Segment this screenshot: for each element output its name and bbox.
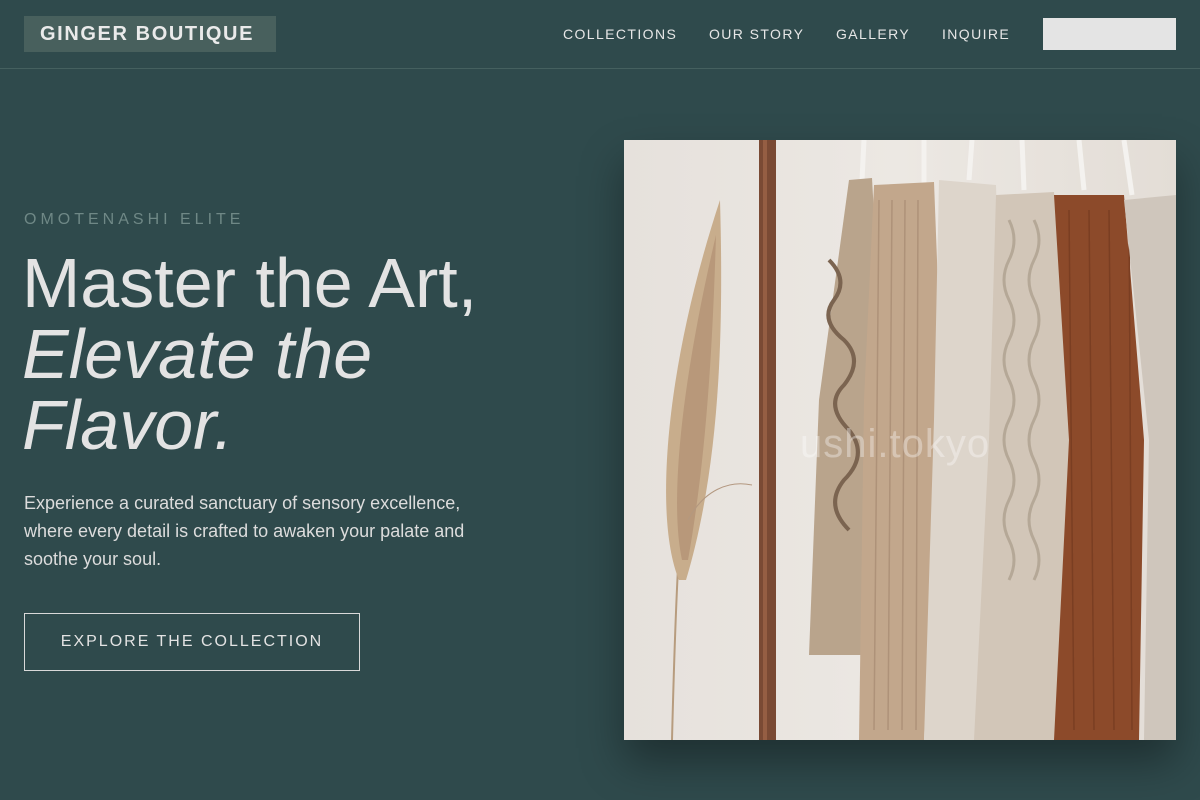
pampas-grass [666, 200, 753, 740]
headline-line-1: Master the Art, [22, 244, 478, 322]
nav-link-our-story[interactable]: OUR STORY [709, 25, 804, 43]
nav-link-inquire[interactable]: INQUIRE [942, 25, 1010, 43]
image-watermark: ushi.tokyo [800, 422, 991, 466]
headline-line-2: Elevate the [22, 315, 373, 393]
rack-pole [759, 140, 776, 740]
hero-description: Experience a curated sanctuary of sensor… [24, 493, 465, 569]
hero-headline: Master the Art, Elevate the Flavor. [22, 248, 582, 461]
explore-collection-button[interactable]: EXPLORE THE COLLECTION [24, 613, 360, 671]
nav-link-gallery[interactable]: GALLERY [836, 25, 910, 43]
brand-logo[interactable]: GINGER BOUTIQUE [24, 16, 276, 52]
top-nav: GINGER BOUTIQUE COLLECTIONS OUR STORY GA… [0, 0, 1200, 69]
hero-image: ushi.tokyo [624, 140, 1176, 740]
nav-link-collections[interactable]: COLLECTIONS [563, 25, 677, 43]
headline-line-3: Flavor. [22, 386, 234, 464]
hero-eyebrow: OMOTENASHI ELITE [24, 211, 245, 228]
nav-cta-button[interactable] [1043, 18, 1176, 50]
